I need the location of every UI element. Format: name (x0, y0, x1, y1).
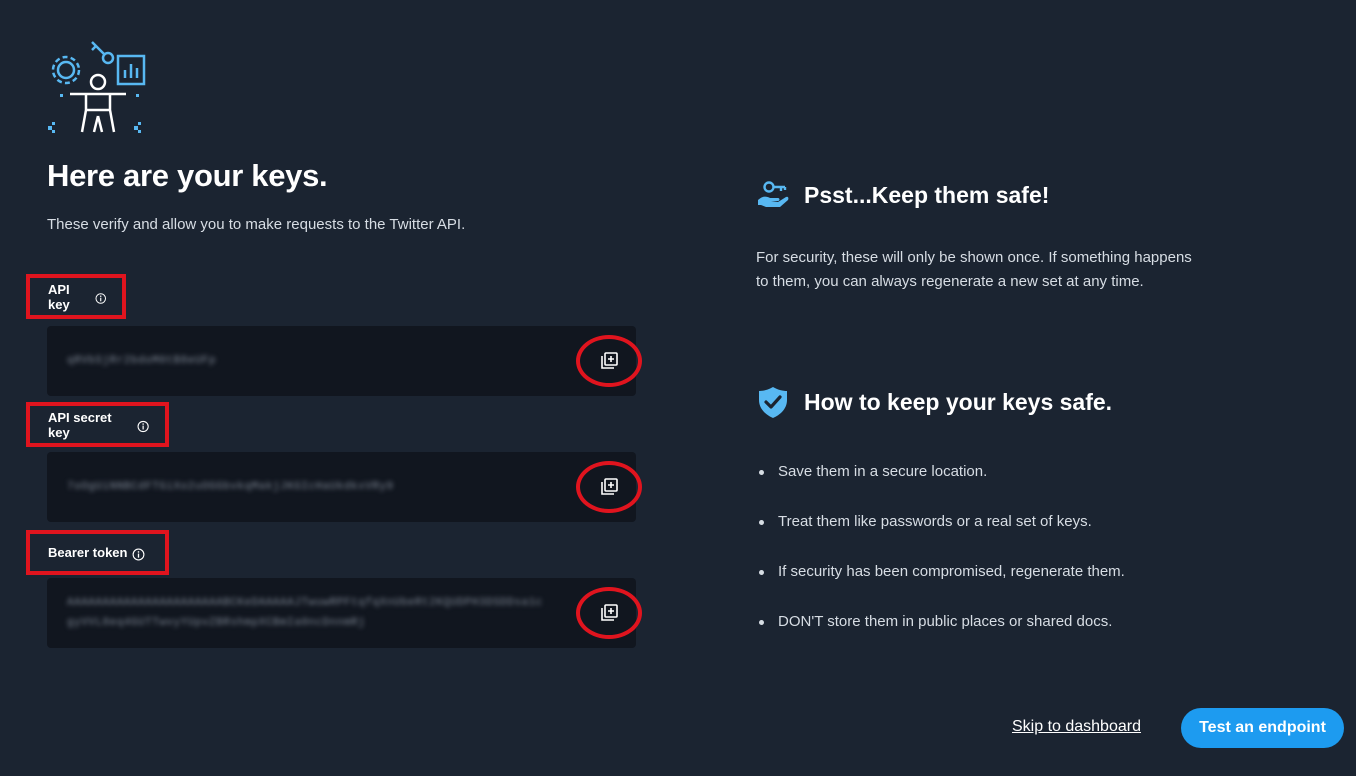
list-item: DON'T store them in public places or sha… (756, 610, 1125, 660)
list-item: Treat them like passwords or a real set … (756, 510, 1125, 560)
info-icon[interactable] (137, 420, 149, 433)
safety-heading: Psst...Keep them safe! (756, 178, 1049, 212)
page-subtitle: These verify and allow you to make reque… (47, 216, 466, 233)
api-secret-key-box: 7oOgUiNNBCdFTGiXo2uOGGbvkqMakjJKGIcHaUkd… (47, 452, 642, 522)
howto-heading: How to keep your keys safe. (756, 385, 1112, 419)
api-key-label-wrap: API key (26, 274, 126, 319)
list-item: If security has been compromised, regene… (756, 560, 1125, 610)
safety-text: For security, these will only be shown o… (756, 249, 1192, 290)
copy-api-key-button[interactable] (576, 335, 642, 387)
api-key-box: qRVbSjRr2bdoM0tB8eUFp (47, 326, 642, 396)
keys-page: Here are your keys. These verify and all… (0, 0, 1356, 776)
list-item: Save them in a secure location. (756, 460, 1125, 510)
safety-tips-list: Save them in a secure location. Treat th… (756, 460, 1125, 660)
skip-to-dashboard-link[interactable]: Skip to dashboard (1012, 718, 1141, 736)
tip-text: Treat them like passwords or a real set … (778, 513, 1092, 530)
bearer-token-label: Bearer token (48, 545, 128, 560)
copy-bearer-token-button[interactable] (576, 587, 642, 639)
bullet-icon (759, 620, 764, 625)
api-key-value: qRVbSjRr2bdoM0tB8eUFp (67, 355, 217, 367)
api-secret-key-label-wrap: API secret key (26, 402, 169, 447)
hand-key-icon (758, 181, 789, 207)
copy-icon (601, 478, 618, 495)
tip-text: If security has been compromised, regene… (778, 563, 1125, 580)
copy-icon (601, 604, 618, 621)
bearer-token-box: AAAAAAAAAAAAAAAAAAAAAABCKeDAAAAAJTwuwRPF… (47, 578, 642, 648)
tip-text: DON'T store them in public places or sha… (778, 613, 1113, 630)
api-secret-key-value: 7oOgUiNNBCdFTGiXo2uOGGbvkqMakjJKGIcHaUkd… (67, 481, 394, 493)
api-key-label: API key (48, 281, 70, 312)
copy-icon (601, 352, 618, 369)
safety-heading-text: Psst...Keep them safe! (804, 181, 1050, 208)
howto-heading-text: How to keep your keys safe. (804, 388, 1113, 415)
info-icon[interactable] (132, 548, 145, 561)
info-icon[interactable] (95, 292, 106, 305)
developer-illustration-icon (48, 41, 146, 133)
shield-check-icon (759, 387, 787, 418)
test-endpoint-button[interactable]: Test an endpoint (1181, 708, 1344, 748)
bearer-token-value: AAAAAAAAAAAAAAAAAAAAAABCKeDAAAAAJTwuwRPF… (67, 597, 543, 629)
bearer-token-label-wrap: Bearer token (26, 530, 169, 575)
bullet-icon (759, 470, 764, 475)
bullet-icon (759, 570, 764, 575)
page-title: Here are your keys. (47, 158, 328, 193)
api-secret-key-label: API secret key (48, 409, 112, 440)
copy-api-secret-key-button[interactable] (576, 461, 642, 513)
tip-text: Save them in a secure location. (778, 463, 988, 480)
bullet-icon (759, 520, 764, 525)
